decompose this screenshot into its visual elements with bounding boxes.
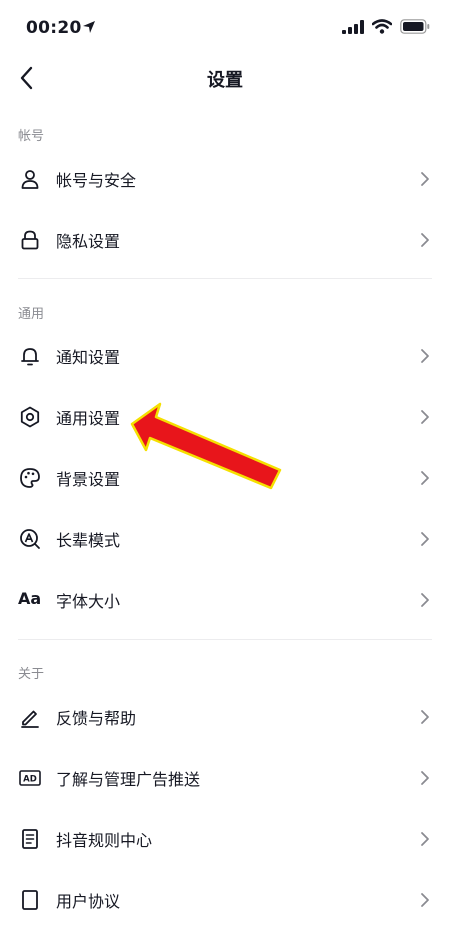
settings-item-privacy[interactable]: 隐私设置 — [0, 210, 450, 270]
chevron-right-icon — [421, 832, 429, 846]
ad-icon: AD — [19, 770, 41, 786]
chevron-right-icon — [421, 410, 429, 424]
status-bar: 00:20 — [0, 0, 450, 56]
settings-item-rules-center[interactable]: 抖音规则中心 — [0, 809, 450, 869]
settings-item-label: 用户协议 — [56, 892, 121, 911]
wifi-icon — [372, 19, 392, 34]
settings-item-background[interactable]: 背景设置 — [0, 448, 450, 508]
agreement-icon — [22, 890, 38, 910]
settings-item-feedback[interactable]: 反馈与帮助 — [0, 687, 450, 747]
settings-item-user-agreement[interactable]: 用户协议 — [0, 870, 450, 930]
chevron-right-icon — [421, 532, 429, 546]
settings-item-label: 隐私设置 — [56, 232, 121, 251]
font-size-glyph: Aa — [18, 589, 42, 608]
settings-item-font-size[interactable]: Aa 字体大小 — [0, 570, 450, 630]
chevron-right-icon — [421, 893, 429, 907]
settings-item-label: 通知设置 — [56, 348, 121, 367]
chevron-right-icon — [421, 233, 429, 247]
page-title: 设置 — [207, 70, 243, 91]
lock-icon — [21, 230, 39, 250]
settings-item-notification[interactable]: 通知设置 — [0, 326, 450, 386]
status-time: 00:20 — [26, 18, 82, 38]
palette-icon — [20, 468, 40, 488]
edit-icon — [21, 710, 39, 728]
nav-bar: 设置 — [0, 56, 450, 100]
settings-item-label: 背景设置 — [56, 470, 121, 489]
section-header-about: 关于 — [18, 667, 45, 682]
chevron-right-icon — [421, 172, 429, 186]
font-size-icon: Aa — [18, 588, 42, 612]
cellular-signal-icon — [342, 19, 364, 34]
location-arrow-icon — [83, 21, 95, 33]
chevron-right-icon — [421, 771, 429, 785]
section-header-general: 通用 — [18, 307, 45, 322]
settings-item-label: 长辈模式 — [56, 531, 121, 550]
user-icon — [21, 170, 39, 189]
ad-glyph: AD — [23, 774, 37, 784]
settings-item-label: 了解与管理广告推送 — [56, 770, 201, 789]
settings-item-elder-mode[interactable]: 长辈模式 — [0, 509, 450, 569]
section-header-account: 帐号 — [18, 129, 45, 144]
settings-item-label: 字体大小 — [56, 592, 121, 611]
bell-icon — [21, 348, 39, 366]
chevron-right-icon — [421, 593, 429, 607]
elder-mode-icon — [20, 529, 40, 549]
settings-item-label: 帐号与安全 — [56, 171, 137, 190]
chevron-right-icon — [421, 471, 429, 485]
section-divider — [18, 278, 432, 279]
settings-item-label: 通用设置 — [56, 409, 121, 428]
section-divider — [18, 639, 432, 640]
battery-icon — [400, 19, 430, 34]
settings-item-label: 反馈与帮助 — [56, 709, 137, 728]
gear-icon — [20, 406, 40, 428]
document-list-icon — [22, 829, 38, 849]
chevron-right-icon — [421, 349, 429, 363]
settings-item-general-settings[interactable]: 通用设置 — [0, 387, 450, 447]
settings-item-label: 抖音规则中心 — [56, 831, 153, 850]
settings-item-account-security[interactable]: 帐号与安全 — [0, 149, 450, 209]
chevron-right-icon — [421, 710, 429, 724]
settings-item-ads[interactable]: AD 了解与管理广告推送 — [0, 748, 450, 808]
